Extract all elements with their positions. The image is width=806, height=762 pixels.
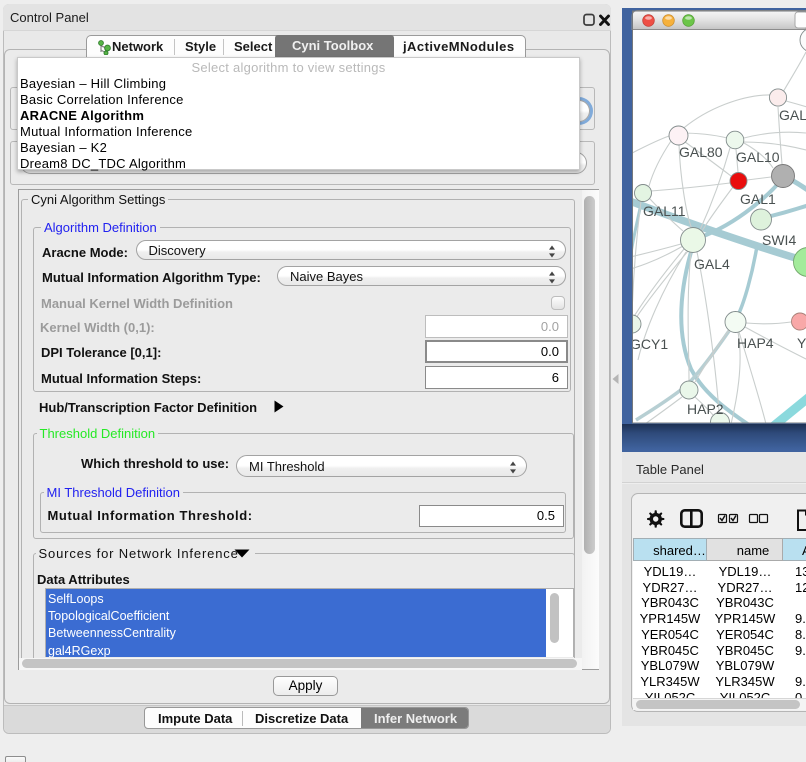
svg-text:GAL80: GAL80 bbox=[679, 144, 723, 160]
svg-text:GAL2: GAL2 bbox=[779, 107, 806, 123]
svg-text:GAL11: GAL11 bbox=[643, 203, 686, 219]
svg-text:Y: Y bbox=[797, 335, 806, 351]
svg-text:GAL4: GAL4 bbox=[694, 256, 730, 272]
svg-text:GAL1: GAL1 bbox=[740, 191, 776, 207]
svg-text:HAP4: HAP4 bbox=[737, 335, 774, 351]
svg-text:HAP2: HAP2 bbox=[687, 401, 724, 417]
svg-text:SWI4: SWI4 bbox=[762, 232, 796, 248]
svg-text:GCY1: GCY1 bbox=[630, 336, 668, 352]
svg-text:GAL10: GAL10 bbox=[736, 149, 780, 165]
